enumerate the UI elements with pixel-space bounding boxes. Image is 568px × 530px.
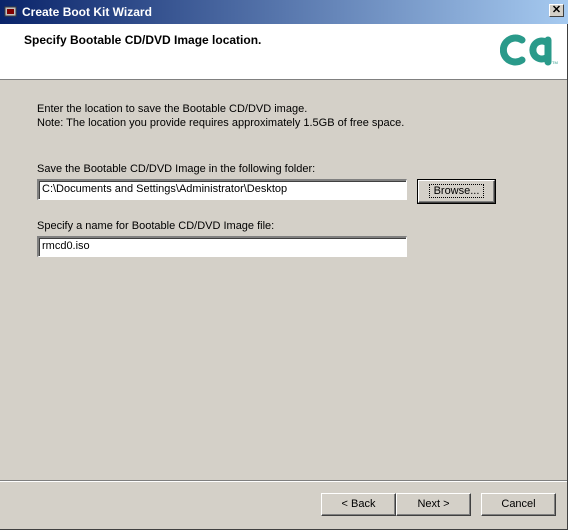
page-title: Specify Bootable CD/DVD Image location. [24,33,262,47]
svg-text:TM: TM [552,60,558,65]
intro-text-1: Enter the location to save the Bootable … [37,103,308,115]
close-button[interactable]: ✕ [549,4,564,17]
folder-label: Save the Bootable CD/DVD Image in the fo… [37,163,316,175]
app-icon [4,6,17,17]
ca-logo: TM [500,34,558,66]
wizard-header: Specify Bootable CD/DVD Image location. … [0,24,568,80]
window-title: Create Boot Kit Wizard [22,5,152,19]
footer-divider-highlight [0,481,568,482]
folder-input[interactable]: C:\Documents and Settings\Administrator\… [37,179,407,200]
back-label: < Back [341,498,376,510]
browse-label: Browse... [428,184,485,198]
next-label: Next > [417,498,450,510]
cancel-button[interactable]: Cancel [481,493,556,516]
next-button[interactable]: Next > [396,493,471,516]
browse-button[interactable]: Browse... [417,179,496,204]
back-button[interactable]: < Back [321,493,396,516]
close-icon: ✕ [551,4,562,16]
cancel-label: Cancel [501,498,536,510]
filename-label: Specify a name for Bootable CD/DVD Image… [37,220,275,232]
title-bar: Create Boot Kit Wizard ✕ [0,0,568,24]
intro-note: Note: The location you provide requires … [37,117,405,129]
filename-input[interactable]: rmcd0.iso [37,236,407,257]
